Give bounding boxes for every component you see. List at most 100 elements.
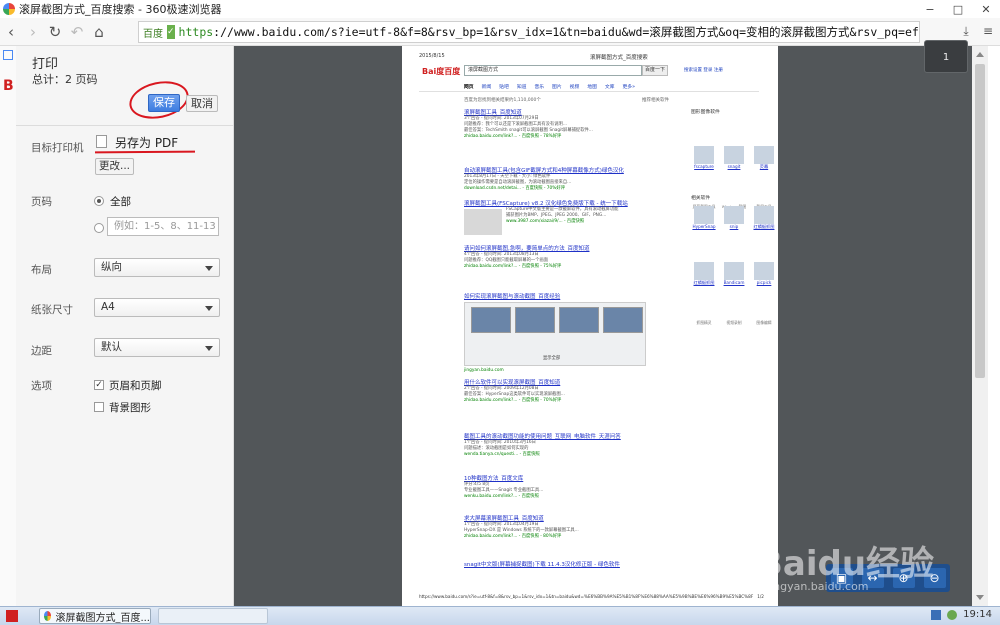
- home-icon[interactable]: ⌂: [88, 23, 110, 41]
- side-item: HyperSnap屏幕抓图: [691, 206, 717, 269]
- save-button[interactable]: 保存: [148, 94, 180, 112]
- search-result: 求大屏幕滚屏截图工具_百度知道 1个回答 - 提问时间: 2013年04月19日…: [464, 514, 660, 540]
- preview-tab: 音乐: [534, 85, 545, 90]
- browser-logo-icon: [3, 3, 15, 15]
- search-result: snagit中文版(屏幕捕捉截图)下载 11.4.3汉化修正版 - 绿色软件: [464, 560, 660, 568]
- layout-select[interactable]: 纵向: [94, 258, 220, 277]
- security-icon[interactable]: [947, 609, 958, 620]
- result-url: jingyan.baidu.com: [464, 368, 504, 373]
- search-result: 滚屏截图工具(FSCapture) v8.2 汉化绿色免费版下载 - 统一下载站…: [464, 199, 660, 235]
- back-icon[interactable]: ‹: [0, 23, 22, 41]
- result-image: [515, 307, 555, 333]
- margins-select[interactable]: 默认: [94, 338, 220, 357]
- scroll-up-icon[interactable]: [976, 52, 984, 57]
- network-icon[interactable]: [931, 609, 942, 620]
- secure-icon: ✓: [167, 25, 175, 39]
- page-footer-number: 1/2: [757, 594, 764, 599]
- url-rest: ://www.baidu.com/s?ie=utf-8&f=8&rsv_bp=1…: [213, 25, 920, 39]
- change-printer-button[interactable]: 更改...: [95, 158, 134, 175]
- paper-size-select[interactable]: A4: [94, 298, 220, 317]
- paper-size-label: 纸张尺寸: [31, 304, 73, 316]
- window-title: 滚屏截图方式_百度搜索 - 360极速浏览器: [19, 3, 222, 16]
- apps-icon[interactable]: [936, 22, 952, 40]
- side-title-2: 相关软件: [691, 196, 711, 201]
- undo-icon[interactable]: ↶: [66, 23, 88, 41]
- pages-range-input[interactable]: 例如：1-5、8、11-13: [107, 217, 219, 236]
- page-number-badge: 1: [924, 40, 968, 73]
- page-date: 2015/8/15: [419, 53, 445, 59]
- preview-tabs: 网页 新闻 贴吧 知道 音乐 图片 视频 地图 文库 更多»: [464, 83, 635, 90]
- forward-icon[interactable]: ›: [22, 23, 44, 41]
- scrollbar-thumb[interactable]: [975, 64, 985, 378]
- close-button[interactable]: ✕: [972, 0, 1000, 18]
- address-bar[interactable]: 百度 ✓ https://www.baidu.com/s?ie=utf-8&f=…: [138, 21, 920, 43]
- chevron-down-icon: [205, 346, 213, 351]
- result-url: zhidao.baidu.com/link?... - 百度快照 - 75%好评: [464, 264, 562, 269]
- side-software-grid-1: fscapture屏幕截图工具 snagitWindows截图 荧幕截屏工具: [691, 146, 777, 209]
- result-title: 10种截图方法_百度文库: [464, 476, 524, 482]
- right-edge-strip: [988, 46, 1000, 606]
- result-count: 百度为您找到相关结果约1,110,000个: [464, 98, 541, 103]
- pages-label: 页码: [31, 196, 52, 208]
- pages-all-radio[interactable]: [94, 196, 104, 206]
- divider: [16, 125, 234, 126]
- menu-icon[interactable]: ≡: [980, 22, 996, 40]
- result-url: zhidao.baidu.com/link?... - 百度快照 - 78%好评: [464, 134, 562, 139]
- image-caption: 显示全部: [543, 356, 561, 361]
- scroll-down-icon[interactable]: [976, 595, 984, 600]
- printer-label: 目标打印机: [31, 142, 84, 154]
- url-text: https://www.baidu.com/s?ie=utf-8&f=8&rsv…: [179, 24, 920, 40]
- clock[interactable]: 19:14: [963, 609, 992, 620]
- side-item: snip截图: [721, 206, 747, 269]
- margins-label: 边距: [31, 345, 52, 357]
- margins-value: 默认: [101, 341, 122, 353]
- layout-value: 纵向: [101, 261, 122, 273]
- search-engine-label: 百度: [143, 28, 163, 40]
- headers-footers-label: 页眉和页脚: [109, 380, 162, 392]
- taskbar: 滚屏截图方式_百度... 19:14: [0, 606, 1000, 625]
- preview-divider: [419, 91, 759, 92]
- result-title: 滚屏截图工具_百度知道: [464, 110, 522, 116]
- result-title: snagit中文版(屏幕捕捉截图)下载 11.4.3汉化修正版 - 绿色软件: [464, 562, 620, 568]
- search-result: 请问如何滚屏截图,急啊，要简单点的方法_百度知道 4个回答 - 提问时间: 20…: [464, 244, 660, 270]
- result-title: 用什么软件可以实现滚屏截图_百度知道: [464, 380, 561, 386]
- side-item: 红蜻蜓抓图专业抓图: [751, 206, 777, 269]
- result-image: [471, 307, 511, 333]
- printer-name: 另存为 PDF: [115, 136, 179, 150]
- side-item: picpick 图像编辑: [751, 262, 777, 325]
- taskbar-item-browser[interactable]: 滚屏截图方式_百度...: [39, 608, 151, 624]
- result-url: wenku.baidu.com/link?... - 百度快照: [464, 494, 539, 499]
- side-title: 图形图像软件: [691, 110, 720, 115]
- preview-tab: 图片: [552, 85, 562, 90]
- background-graphics-checkbox[interactable]: [94, 402, 104, 412]
- result-title: 求大屏幕滚屏截图工具_百度知道: [464, 516, 544, 522]
- side-item: 红蜻蜓抓图 抓图精灵: [691, 262, 717, 325]
- search-result: 滚屏截图工具_百度知道 3个回答 - 提问时间: 2013年07月29日 问题推…: [464, 108, 660, 140]
- minimize-button[interactable]: −: [916, 0, 944, 18]
- preview-tab: 文库: [604, 85, 615, 90]
- preview-tab: 更多»: [622, 85, 636, 90]
- preview-tab: 新闻: [481, 85, 492, 90]
- preview-tab: 网页: [464, 85, 474, 90]
- result-url: zhidao.baidu.com/link?... - 百度快照 - 80%好评: [464, 534, 562, 539]
- search-result: jingyan.baidu.com: [464, 368, 660, 374]
- side-item: Bandicam 视频录制: [721, 262, 747, 325]
- reload-icon[interactable]: ↻: [44, 23, 66, 41]
- result-thumbnail: [464, 209, 502, 235]
- download-icon[interactable]: ⤓: [958, 22, 974, 40]
- page-footer-url: https://www.baidu.com/s?ie=utf-8&f=8&rsv…: [419, 594, 764, 599]
- start-icon[interactable]: [6, 610, 18, 622]
- result-title: 滚屏截图工具(FSCapture) v8.2 汉化绿色免费版下载 - 统一下载站: [464, 201, 628, 207]
- pages-custom-radio[interactable]: [94, 223, 104, 233]
- side-item: 荧幕截屏工具: [751, 146, 777, 209]
- system-tray: 19:14: [931, 609, 992, 620]
- taskbar-item-empty[interactable]: [158, 608, 268, 624]
- headers-footers-checkbox[interactable]: ✓: [94, 380, 104, 390]
- print-title: 打印: [32, 57, 59, 72]
- page-header-title: 滚屏截图方式_百度搜索: [590, 55, 648, 61]
- cancel-button[interactable]: 取消: [186, 95, 218, 112]
- maximize-button[interactable]: □: [944, 0, 972, 18]
- watermark-brand: Baidu经验: [757, 544, 935, 584]
- result-image: [603, 307, 643, 333]
- preview-scrollbar[interactable]: [972, 46, 988, 606]
